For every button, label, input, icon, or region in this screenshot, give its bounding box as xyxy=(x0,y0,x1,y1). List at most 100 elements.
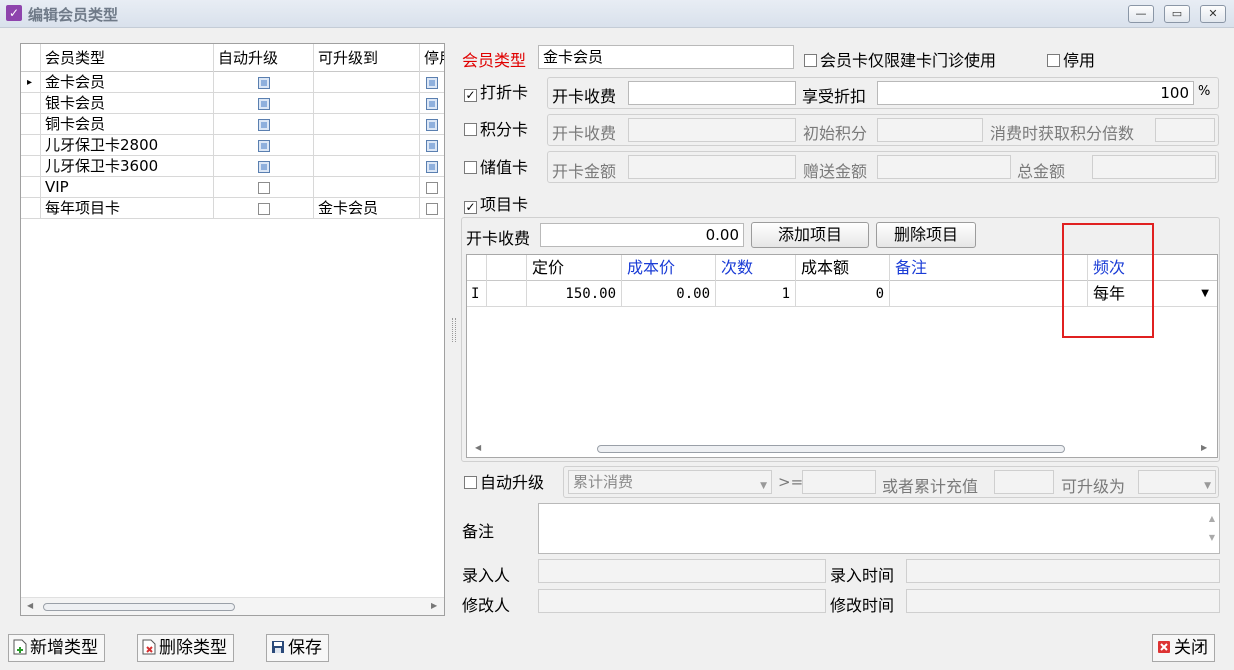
dropdown-arrow-icon[interactable]: ▼ xyxy=(1201,281,1209,307)
horizontal-scrollbar[interactable]: ◀ ▶ xyxy=(21,597,444,615)
ig-col-price[interactable]: 定价 xyxy=(527,255,622,281)
delete-type-button[interactable]: 删除类型 xyxy=(137,634,234,662)
upgrade-condition-select[interactable]: 累计消费 ▼ xyxy=(568,470,772,494)
ig-col-count[interactable]: 次数 xyxy=(716,255,796,281)
member-type-name[interactable]: 每年项目卡 xyxy=(41,198,214,219)
entered-by-input[interactable] xyxy=(538,559,826,583)
member-type-name[interactable]: 儿牙保卫卡3600 xyxy=(41,156,214,177)
item-fee-input[interactable]: 0.00 xyxy=(540,223,744,247)
points-fee-input[interactable] xyxy=(628,118,796,142)
table-row[interactable]: 儿牙保卫卡3600 xyxy=(21,156,444,177)
remark-cell[interactable] xyxy=(890,281,1088,307)
cost-amount-cell[interactable]: 0 xyxy=(796,281,890,307)
dropdown-arrow-icon[interactable]: ▼ xyxy=(760,475,767,493)
stored-amount-input[interactable] xyxy=(628,155,796,179)
col-header-disabled[interactable]: 停用 xyxy=(420,44,444,72)
disabled-cell[interactable] xyxy=(420,177,444,198)
upgrade-amount-input[interactable] xyxy=(802,470,876,494)
checked-checkbox-icon[interactable] xyxy=(426,161,438,173)
checked-checkbox-icon[interactable] xyxy=(426,77,438,89)
disabled-cell[interactable] xyxy=(420,198,444,219)
close-button[interactable]: 关闭 xyxy=(1152,634,1215,662)
unchecked-checkbox-icon[interactable] xyxy=(258,182,270,194)
cost-price-cell[interactable]: 0.00 xyxy=(622,281,716,307)
checked-checkbox-icon[interactable] xyxy=(426,140,438,152)
checkbox-box[interactable] xyxy=(804,54,817,67)
stored-bonus-input[interactable] xyxy=(877,155,1011,179)
item-card-checkbox[interactable]: ✓ 项目卡 xyxy=(464,191,528,215)
table-row[interactable]: ▸ 金卡会员 xyxy=(21,72,444,93)
scroll-thumb[interactable] xyxy=(597,445,1065,453)
delete-item-button[interactable]: 删除项目 xyxy=(876,222,976,248)
item-grid-scrollbar[interactable]: ◀ ▶ xyxy=(467,441,1217,457)
table-row[interactable]: 铜卡会员 xyxy=(21,114,444,135)
limit-clinic-checkbox[interactable]: 会员卡仅限建卡门诊使用 xyxy=(804,47,996,71)
points-initial-input[interactable] xyxy=(877,118,983,142)
discount-card-checkbox[interactable]: ✓ 打折卡 xyxy=(464,79,528,103)
disabled-cell[interactable] xyxy=(420,156,444,177)
auto-upgrade-cell[interactable] xyxy=(214,198,314,219)
points-card-checkbox[interactable]: 积分卡 xyxy=(464,116,528,140)
stored-value-card-checkbox[interactable]: 储值卡 xyxy=(464,154,528,178)
scroll-right-icon[interactable]: ▶ xyxy=(431,601,437,610)
scroll-thumb[interactable] xyxy=(43,603,235,611)
modified-by-input[interactable] xyxy=(538,589,826,613)
stop-checkbox[interactable]: 停用 xyxy=(1047,47,1095,71)
auto-upgrade-cell[interactable] xyxy=(214,72,314,93)
checked-checkbox-icon[interactable] xyxy=(426,119,438,131)
unchecked-checkbox-icon[interactable] xyxy=(426,203,438,215)
col-header-upgrade-to[interactable]: 可升级到 xyxy=(314,44,420,72)
member-type-input[interactable]: 金卡会员 xyxy=(538,45,794,69)
member-type-grid[interactable]: 会员类型 自动升级 可升级到 停用 ▸金卡会员银卡会员铜卡会员儿牙保卫卡2800… xyxy=(20,43,445,616)
scroll-right-icon[interactable]: ▶ xyxy=(1201,443,1207,452)
upgrade-to-cell[interactable]: 金卡会员 xyxy=(314,198,420,219)
upgrade-to-select[interactable]: ▼ xyxy=(1138,470,1216,494)
remark-textarea[interactable]: ▲ ▼ xyxy=(538,503,1220,554)
discount-fee-input[interactable] xyxy=(628,81,796,105)
check-icon[interactable]: ✓ xyxy=(464,89,477,102)
points-multiplier-input[interactable] xyxy=(1155,118,1215,142)
stored-total-input[interactable] xyxy=(1092,155,1216,179)
table-row[interactable]: 儿牙保卫卡2800 xyxy=(21,135,444,156)
table-row[interactable]: 每年项目卡 金卡会员 xyxy=(21,198,444,219)
upgrade-to-cell[interactable] xyxy=(314,135,420,156)
item-name-cell[interactable] xyxy=(487,281,527,307)
checkbox-box[interactable] xyxy=(464,476,477,489)
disabled-cell[interactable] xyxy=(420,72,444,93)
add-item-button[interactable]: 添加项目 xyxy=(751,222,869,248)
dropdown-arrow-icon[interactable]: ▼ xyxy=(1204,475,1211,493)
save-button[interactable]: 保存 xyxy=(266,634,329,662)
close-icon[interactable]: ✕ xyxy=(1200,5,1226,23)
minimize-icon[interactable]: — xyxy=(1128,5,1154,23)
checked-checkbox-icon[interactable] xyxy=(258,98,270,110)
ig-col-cost-price[interactable]: 成本价 xyxy=(622,255,716,281)
col-header-auto-upgrade[interactable]: 自动升级 xyxy=(214,44,314,72)
auto-upgrade-cell[interactable] xyxy=(214,114,314,135)
ig-col-remark[interactable]: 备注 xyxy=(890,255,1088,281)
count-cell[interactable]: 1 xyxy=(716,281,796,307)
disabled-cell[interactable] xyxy=(420,135,444,156)
add-type-button[interactable]: 新增类型 xyxy=(8,634,105,662)
checked-checkbox-icon[interactable] xyxy=(426,98,438,110)
check-icon[interactable]: ✓ xyxy=(464,201,477,214)
disabled-cell[interactable] xyxy=(420,114,444,135)
col-header-type[interactable]: 会员类型 xyxy=(41,44,214,72)
ig-col-cost-amount[interactable]: 成本额 xyxy=(796,255,890,281)
unchecked-checkbox-icon[interactable] xyxy=(426,182,438,194)
scroll-down-icon[interactable]: ▼ xyxy=(1209,527,1215,549)
checkbox-box[interactable] xyxy=(1047,54,1060,67)
scroll-left-icon[interactable]: ◀ xyxy=(475,443,481,452)
upgrade-to-cell[interactable] xyxy=(314,72,420,93)
member-type-name[interactable]: 银卡会员 xyxy=(41,93,214,114)
checked-checkbox-icon[interactable] xyxy=(258,161,270,173)
upgrade-to-cell[interactable] xyxy=(314,156,420,177)
checkbox-box[interactable] xyxy=(464,123,477,136)
auto-upgrade-cell[interactable] xyxy=(214,156,314,177)
checkbox-box[interactable] xyxy=(464,161,477,174)
member-type-name[interactable]: VIP xyxy=(41,177,214,198)
upgrade-to-cell[interactable] xyxy=(314,177,420,198)
table-row[interactable]: 银卡会员 xyxy=(21,93,444,114)
recharge-amount-input[interactable] xyxy=(994,470,1054,494)
splitter-handle[interactable] xyxy=(452,318,456,342)
auto-upgrade-cell[interactable] xyxy=(214,177,314,198)
